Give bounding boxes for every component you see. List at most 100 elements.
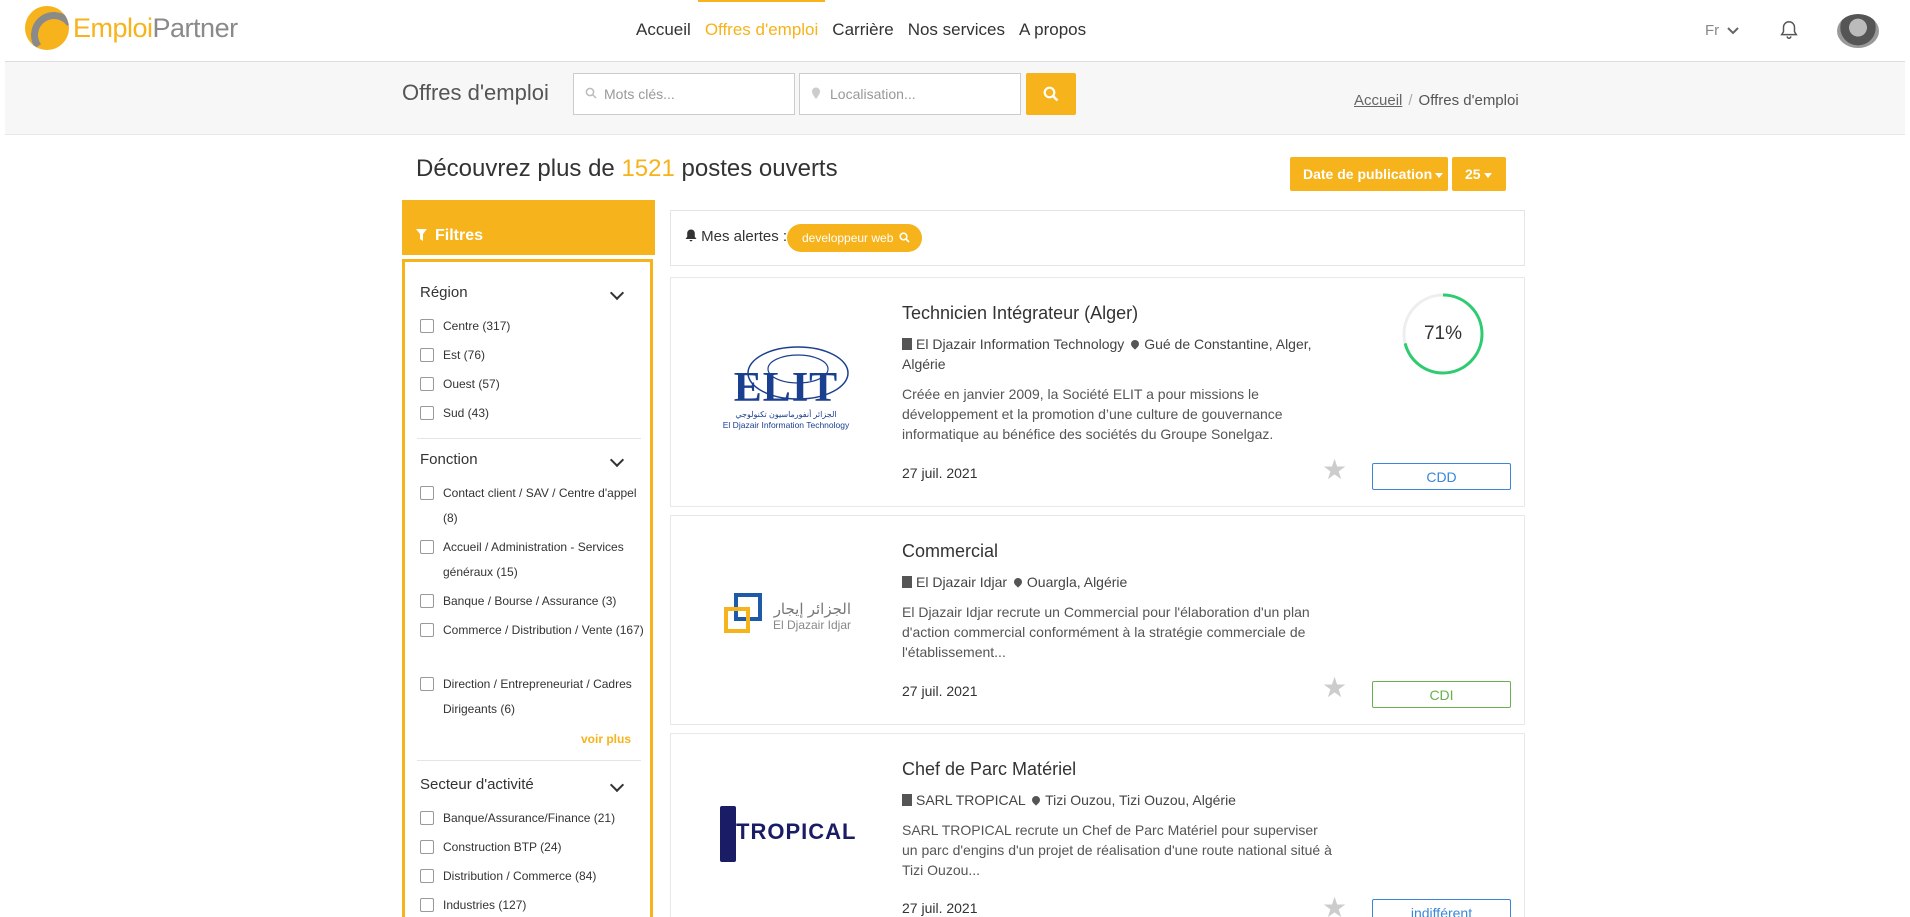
contract-type-badge: CDD [1372,463,1511,490]
filter-icon [416,229,427,241]
keywords-input[interactable]: Mots clés... [573,73,795,115]
match-score: 71% [1401,292,1485,376]
job-location: Ouargla, Algérie [1026,574,1128,590]
nav-offres-emploi[interactable]: Offres d'emploi [697,0,826,62]
job-date: 27 juil. 2021 [902,683,978,699]
location-input[interactable]: Localisation... [799,73,1021,115]
nav-accueil[interactable]: Accueil [629,0,698,62]
language-label: Fr [1705,22,1720,39]
map-marker-icon [812,87,820,99]
filter-option[interactable]: Sud (43) [420,401,645,426]
filter-option[interactable]: Ouest (57) [420,372,645,397]
caret-down-icon [1483,172,1492,178]
checkbox[interactable] [420,840,434,854]
results-headline: Découvrez plus de 1521 postes ouverts [416,155,838,183]
checkbox[interactable] [420,898,434,912]
voir-plus-link[interactable]: voir plus [581,732,631,746]
company-name[interactable]: El Djazair Idjar [916,574,1007,590]
company-name[interactable]: SARL TROPICAL [916,792,1025,808]
building-icon [902,794,912,806]
star-icon[interactable]: ★ [1322,894,1347,917]
filter-option[interactable]: Construction BTP (24) [420,835,645,860]
results-count: 1521 [621,155,675,182]
filter-option[interactable]: Distribution / Commerce (84) [420,864,645,889]
checkbox[interactable] [420,677,434,691]
brand-name-part1: Emploi [73,12,153,43]
job-meta: El Djazair Idjar Ouargla, Algérie [902,572,1322,592]
filter-option[interactable]: Direction / Entrepreneuriat / Cadres Dir… [420,672,645,722]
job-description: El Djazair Idjar recrute un Commercial p… [902,604,1310,660]
chevron-down-icon [1727,26,1739,34]
sort-dropdown-button[interactable]: Date de publication [1290,157,1448,191]
per-page-dropdown-button[interactable]: 25 [1452,157,1506,191]
chevron-down-icon[interactable] [609,777,625,793]
keywords-placeholder: Mots clés... [604,86,675,102]
breadcrumb-home[interactable]: Accueil [1354,92,1402,109]
job-description: Créée en janvier 2009, la Société ELIT a… [902,386,1283,442]
bell-icon [685,229,697,242]
company-logo: ELIT الجزائر أنفورماسيون تكنولوجي El Dja… [711,338,861,438]
language-selector[interactable]: Fr [1705,22,1739,39]
checkbox[interactable] [420,348,434,362]
headline-prefix: Découvrez plus de [416,155,615,182]
job-card[interactable]: الجزائر إيجار El Djazair Idjar Commercia… [670,515,1525,725]
filter-option[interactable]: Est (76) [420,343,645,368]
search-icon [585,87,597,99]
chevron-down-icon[interactable] [609,285,625,301]
job-title[interactable]: Technicien Intégrateur (Alger) [902,303,1138,324]
checkbox[interactable] [420,540,434,554]
star-icon[interactable]: ★ [1322,674,1347,702]
checkbox[interactable] [420,623,434,637]
nav-nos-services[interactable]: Nos services [901,0,1012,62]
nav-a-propos[interactable]: A propos [1012,0,1093,62]
checkbox[interactable] [420,594,434,608]
filter-option[interactable]: Contact client / SAV / Centre d'appel (8… [420,481,645,531]
brand-logo[interactable]: EmploiPartner [25,6,238,50]
logo-icon [25,6,69,50]
nav-carriere[interactable]: Carrière [825,0,900,62]
filter-option[interactable]: Centre (317) [420,314,645,339]
alert-tag[interactable]: developpeur web [787,224,922,252]
checkbox[interactable] [420,486,434,500]
filter-option[interactable]: Accueil / Administration - Services géné… [420,535,645,585]
sort-label: Date de publication [1303,166,1433,182]
filter-region-title[interactable]: Région [420,284,468,301]
filters-panel: Région Centre (317) Est (76) Ouest (57) … [402,259,653,917]
star-icon[interactable]: ★ [1322,456,1347,484]
checkbox[interactable] [420,406,434,420]
filter-option[interactable]: Banque / Bourse / Assurance (3) [420,589,645,614]
job-title[interactable]: Chef de Parc Matériel [902,759,1076,780]
divider [417,760,641,761]
filter-option[interactable]: Industries (127) [420,893,645,917]
alerts-bar: Mes alertes : developpeur web [670,210,1525,266]
company-logo: الجزائر إيجار El Djazair Idjar [711,566,861,666]
brand-name-part2: Partner [152,12,239,43]
job-card[interactable]: ELIT الجزائر أنفورماسيون تكنولوجي El Dja… [670,277,1525,507]
job-title[interactable]: Commercial [902,541,998,562]
filter-fonction-title[interactable]: Fonction [420,451,478,468]
checkbox[interactable] [420,377,434,391]
checkbox[interactable] [420,319,434,333]
caret-down-icon [1435,172,1444,178]
map-marker-icon [1030,794,1042,806]
filter-secteur-title[interactable]: Secteur d'activité [420,776,534,793]
bell-icon[interactable] [1778,19,1800,41]
alerts-label: Mes alertes : [701,228,788,245]
job-date: 27 juil. 2021 [902,900,978,916]
alert-tag-label: developpeur web [802,231,894,245]
filter-option[interactable]: Banque/Assurance/Finance (21) [420,806,645,831]
company-name[interactable]: El Djazair Information Technology [916,336,1124,352]
filter-option[interactable]: Commerce / Distribution / Vente (167) [420,618,645,643]
checkbox[interactable] [420,869,434,883]
job-card[interactable]: TROPICAL Chef de Parc Matériel SARL TROP… [670,733,1525,917]
user-avatar[interactable] [1837,14,1879,48]
chevron-down-icon[interactable] [609,452,625,468]
elit-logo-subtitle: El Djazair Information Technology [722,420,850,430]
contract-type-badge: indifférent [1372,899,1511,917]
search-button[interactable] [1026,73,1076,115]
breadcrumb-current: Offres d'emploi [1418,92,1519,109]
idjar-logo-mark [723,593,762,633]
page-title: Offres d'emploi [402,80,549,105]
checkbox[interactable] [420,811,434,825]
filters-header: Filtres [402,200,655,255]
